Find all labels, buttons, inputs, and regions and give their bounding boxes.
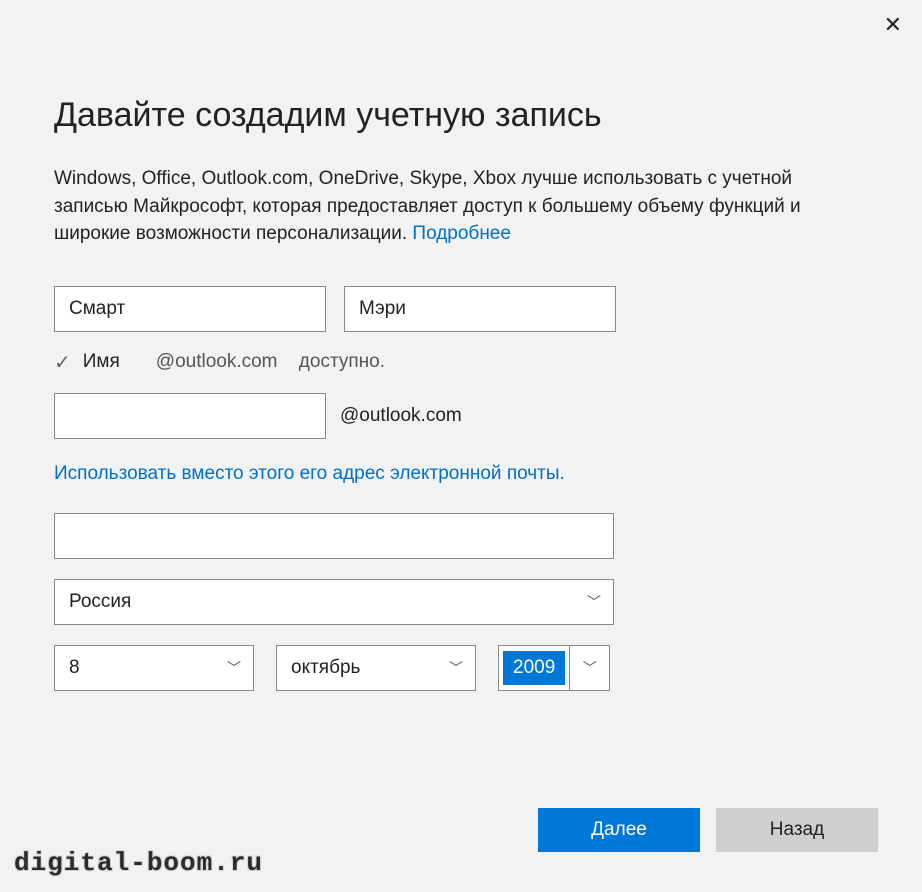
chevron-down-icon: ﹀ <box>437 658 475 678</box>
back-button[interactable]: Назад <box>716 808 878 852</box>
learn-more-link[interactable]: Подробнее <box>412 223 511 244</box>
use-existing-email-link[interactable]: Использовать вместо этого его адрес элек… <box>54 461 614 488</box>
birth-month-value: октябрь <box>277 657 437 679</box>
birth-year-select[interactable]: 2009 ﹀ <box>498 645 610 691</box>
availability-domain: @outlook.com <box>156 351 278 373</box>
chevron-down-icon: ﹀ <box>569 646 609 690</box>
birth-month-select[interactable]: октябрь ﹀ <box>276 645 476 691</box>
chevron-down-icon: ﹀ <box>215 658 253 678</box>
first-name-input[interactable] <box>54 286 326 332</box>
chevron-down-icon: ﹀ <box>575 592 613 612</box>
watermark-text: digital-boom.ru <box>14 848 263 878</box>
last-name-input[interactable] <box>344 286 616 332</box>
availability-status: ✓ Имя @outlook.com доступно. <box>54 350 868 375</box>
availability-text: доступно. <box>299 351 385 373</box>
close-icon[interactable]: ✕ <box>884 14 902 36</box>
password-input[interactable] <box>54 513 614 559</box>
country-value: Россия <box>55 591 575 613</box>
country-select[interactable]: Россия ﹀ <box>54 579 614 625</box>
create-account-panel: Давайте создадим учетную запись Windows,… <box>12 60 910 691</box>
page-description: Windows, Office, Outlook.com, OneDrive, … <box>54 165 868 248</box>
birth-year-value: 2009 <box>503 651 565 685</box>
birth-day-value: 8 <box>55 657 215 679</box>
birth-day-select[interactable]: 8 ﹀ <box>54 645 254 691</box>
footer-buttons: Далее Назад <box>538 808 878 852</box>
next-button[interactable]: Далее <box>538 808 700 852</box>
page-title: Давайте создадим учетную запись <box>54 96 868 135</box>
email-local-input[interactable] <box>54 393 326 439</box>
email-domain-label: @outlook.com <box>340 405 462 427</box>
availability-name: Имя <box>83 351 120 373</box>
checkmark-icon: ✓ <box>54 350 71 375</box>
